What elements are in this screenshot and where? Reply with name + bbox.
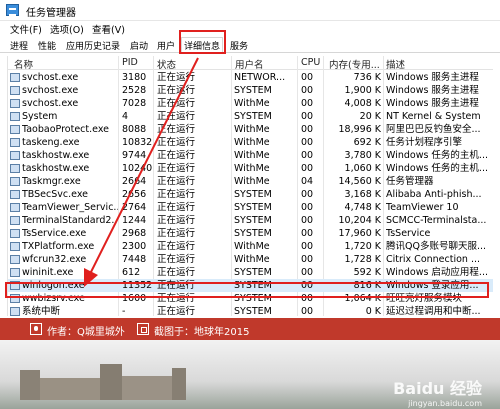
baidu-watermark: Baidu 经验 jingyan.baidu.com [393,375,482,408]
watermark-brand: Baidu 经验 [393,379,482,398]
castle-photo: Baidu 经验 jingyan.baidu.com [0,340,500,409]
author-banner: 作者：Q城里城外 截图于：地球年2015 [0,318,500,340]
watermark-url: jingyan.baidu.com [408,399,482,408]
screenshot-icon [137,323,149,335]
castle-icon [20,364,186,400]
author-icon [30,323,42,335]
author-label: 作者：Q城里城外 [47,327,125,338]
screenshot-label: 截图于：地球年2015 [154,327,250,338]
